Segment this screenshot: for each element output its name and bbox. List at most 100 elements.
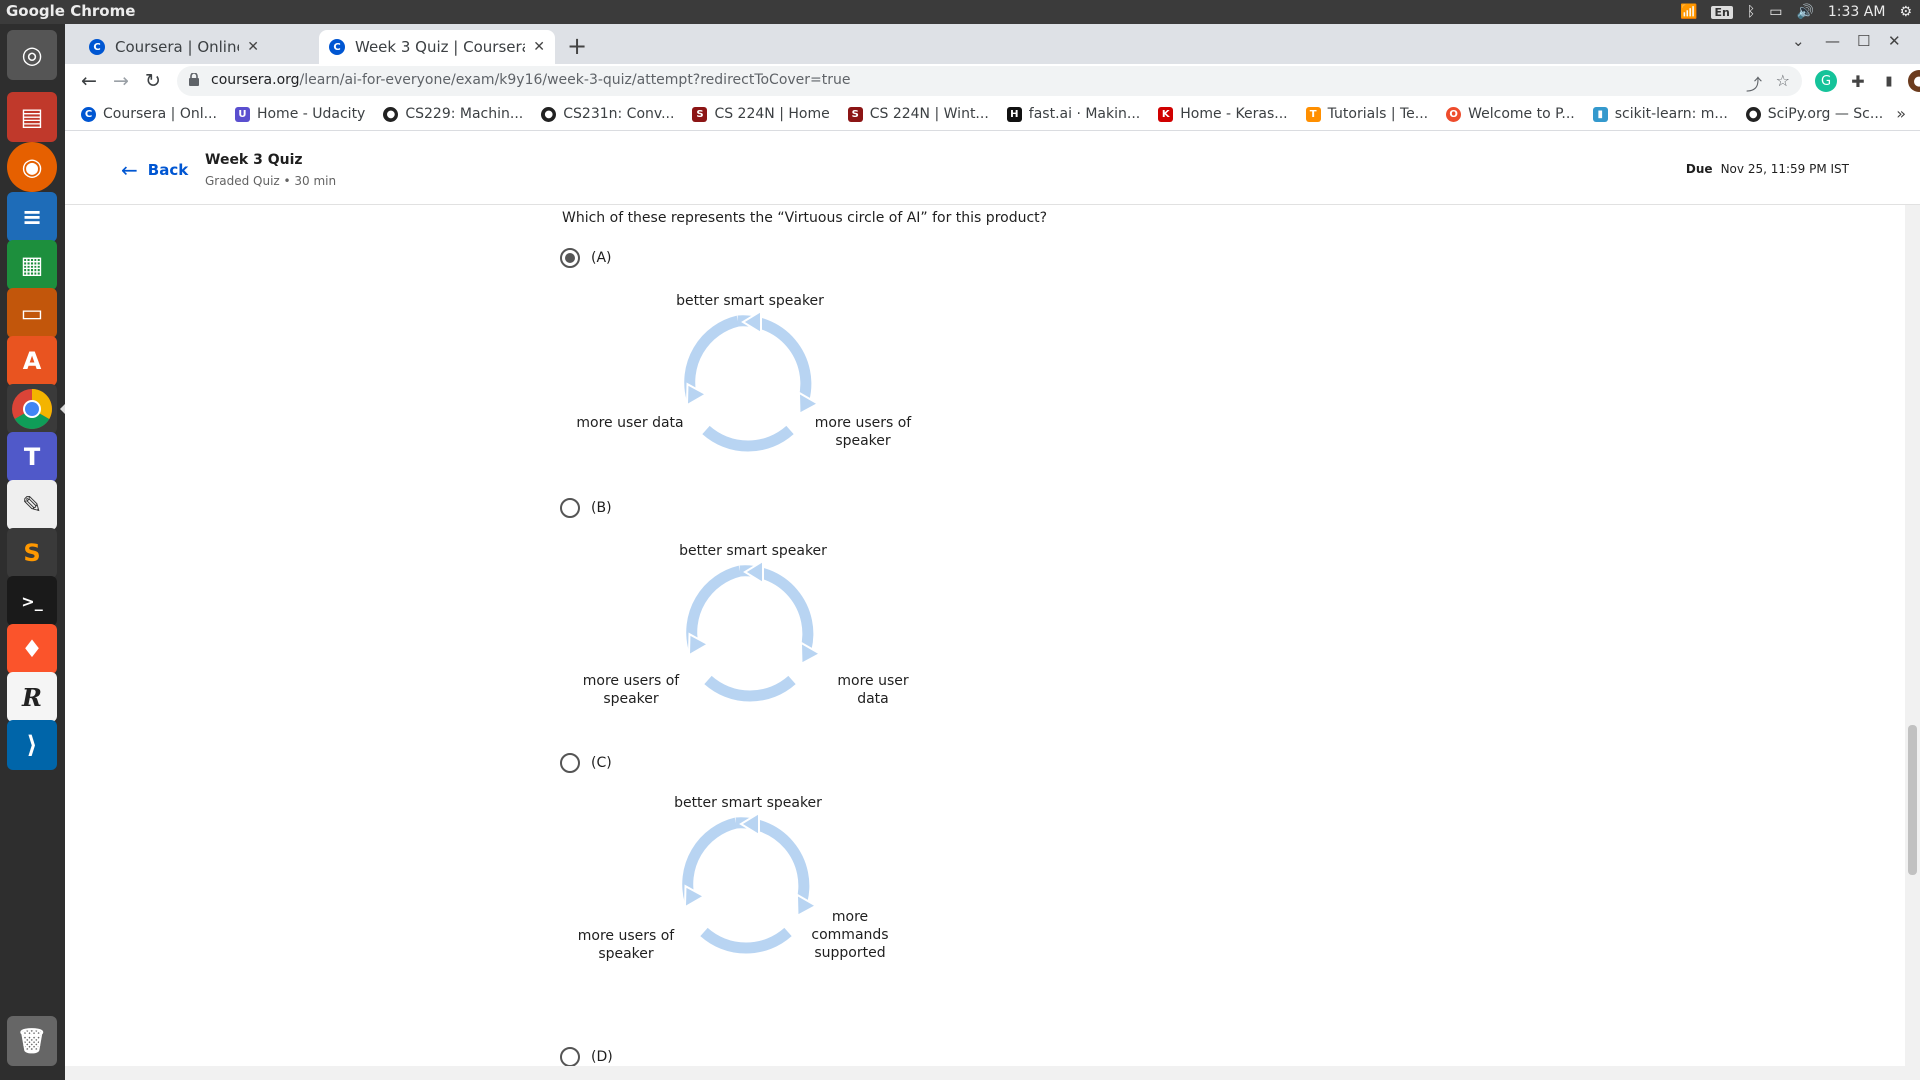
bookmark-item[interactable]: S CS 224N | Wint... — [847, 106, 989, 122]
minimize-icon[interactable]: — — [1825, 32, 1840, 50]
tab-title: Week 3 Quiz | Coursera — [355, 38, 526, 56]
bookmark-item[interactable]: C Coursera | Onl... — [81, 106, 217, 122]
bookmark-label: scikit-learn: m... — [1614, 106, 1728, 122]
files-icon[interactable]: ▤ — [7, 92, 57, 142]
settings-gear-icon[interactable]: ⚙ — [1899, 4, 1912, 20]
bookmark-label: fast.ai · Makin... — [1028, 106, 1141, 122]
forward-arrow-icon[interactable]: → — [107, 67, 135, 95]
profile-avatar[interactable]: ● — [1908, 70, 1920, 92]
bookmark-label: CS 224N | Home — [714, 106, 830, 122]
due-value: Nov 25, 11:59 PM IST — [1720, 162, 1849, 176]
cycle-diagram-b: better smart speaker more users of speak… — [583, 542, 909, 742]
option-label: (B) — [591, 500, 612, 516]
page-content: ← Back Week 3 Quiz Graded Quiz • 30 min … — [65, 132, 1920, 1080]
firefox-icon[interactable]: ◉ — [7, 142, 57, 192]
battery-icon[interactable]: ▭ — [1769, 4, 1782, 20]
calc-icon[interactable]: ▦ — [7, 240, 57, 290]
bookmark-favicon-icon: S — [692, 106, 708, 122]
vscode-icon[interactable]: ⟩ — [7, 720, 57, 770]
rstudio-icon[interactable]: R — [7, 672, 57, 722]
cycle-diagram-c: better smart speaker more users of speak… — [578, 794, 898, 994]
radio-button[interactable] — [560, 498, 580, 518]
due-label: Due — [1685, 162, 1713, 176]
wifi-icon[interactable]: 📶 — [1680, 4, 1697, 20]
close-window-icon[interactable]: ✕ — [1888, 32, 1901, 50]
due-date: Due Nov 25, 11:59 PM IST — [1686, 162, 1849, 176]
bookmark-item[interactable]: O Welcome to P... — [1446, 106, 1575, 122]
tab-coursera-home[interactable]: C Coursera | Online Courses ✕ — [79, 30, 269, 64]
terminal-icon[interactable]: >_ — [7, 576, 57, 626]
sublime-text-icon[interactable]: S — [7, 528, 57, 578]
ubuntu-dash-icon[interactable]: ◎ — [7, 30, 57, 80]
more-bookmarks-icon[interactable]: » — [1896, 104, 1906, 123]
diagram-top-label: better smart speaker — [679, 543, 827, 559]
writer-icon[interactable]: ≡ — [7, 192, 57, 242]
impress-icon[interactable]: ▭ — [7, 288, 57, 338]
option-c[interactable]: (C) — [560, 753, 612, 773]
system-tray: 📶 En ᛒ ▭ 🔊 1:33 AM ⚙ — [1680, 0, 1912, 24]
brave-icon[interactable]: ♦ — [7, 624, 57, 674]
bookmark-item[interactable]: ● SciPy.org — Sc... — [1745, 106, 1883, 122]
bookmark-favicon-icon: ● — [1745, 106, 1761, 122]
tab-week3-quiz[interactable]: C Week 3 Quiz | Coursera ✕ — [319, 30, 555, 64]
bookmark-label: Welcome to P... — [1468, 106, 1575, 122]
coursera-favicon-icon: C — [329, 39, 345, 55]
back-button[interactable]: ← Back — [121, 158, 188, 182]
new-tab-icon[interactable]: + — [567, 32, 587, 60]
bookmark-item[interactable]: K Home - Keras... — [1158, 106, 1288, 122]
bookmark-item[interactable]: U Home - Udacity — [234, 106, 366, 122]
trash-icon[interactable]: 🗑 — [7, 1016, 57, 1066]
bookmark-item[interactable]: Hfast.ai · Makin... — [1006, 106, 1141, 122]
system-top-bar: Google Chrome 📶 En ᛒ ▭ 🔊 1:33 AM ⚙ — [0, 0, 1920, 24]
radio-button-selected[interactable] — [560, 248, 580, 268]
bookmark-favicon-icon: O — [1446, 106, 1462, 122]
back-arrow-icon[interactable]: ← — [75, 67, 103, 95]
clock[interactable]: 1:33 AM — [1828, 4, 1886, 20]
bookmark-label: Coursera | Onl... — [103, 106, 217, 122]
text-editor-icon[interactable]: ✎ — [7, 480, 57, 530]
bookmark-star-icon[interactable]: ☆ — [1776, 71, 1790, 90]
tab-search-icon[interactable]: ⌄ — [1792, 32, 1805, 50]
maximize-icon[interactable]: ☐ — [1857, 32, 1870, 50]
scrollbar-thumb[interactable] — [1908, 725, 1917, 875]
bookmark-item[interactable]: ● CS229: Machin... — [383, 106, 523, 122]
close-tab-icon[interactable]: ✕ — [533, 39, 545, 55]
reload-icon[interactable]: ↻ — [139, 67, 167, 95]
option-b[interactable]: (B) — [560, 498, 612, 518]
bookmark-favicon-icon: S — [847, 106, 863, 122]
close-tab-icon[interactable]: ✕ — [247, 39, 259, 55]
radio-button[interactable] — [560, 753, 580, 773]
teams-icon[interactable]: T — [7, 432, 57, 482]
grammarly-icon[interactable]: G — [1815, 70, 1837, 92]
bluetooth-icon[interactable]: ᛒ — [1747, 4, 1755, 20]
option-d[interactable]: (D) — [560, 1047, 613, 1067]
side-panel-icon[interactable]: ▮ — [1878, 70, 1900, 92]
bookmark-favicon-icon: ● — [541, 106, 557, 122]
bookmark-favicon-icon: T — [1305, 106, 1321, 122]
extensions-puzzle-icon[interactable]: ✚ — [1847, 70, 1869, 92]
bookmark-item[interactable]: ▮ scikit-learn: m... — [1592, 106, 1728, 122]
option-a[interactable]: (A) — [560, 248, 612, 268]
horizontal-scrollbar[interactable] — [65, 1066, 1905, 1080]
share-icon[interactable]: ⤴ — [1746, 71, 1762, 95]
quiz-title: Week 3 Quiz — [205, 152, 303, 168]
bookmarks-bar: C Coursera | Onl... U Home - Udacity ● CS22… — [65, 98, 1920, 131]
diagram-left-label: more users of speaker — [582, 673, 680, 707]
keyboard-layout-indicator[interactable]: En — [1711, 5, 1733, 19]
bookmark-label: CS229: Machin... — [405, 106, 524, 122]
bookmark-item[interactable]: ● CS231n: Conv... — [541, 106, 674, 122]
vertical-scrollbar[interactable] — [1905, 205, 1920, 1080]
software-center-icon[interactable]: A — [7, 336, 57, 386]
diagram-right-label: more commands supported — [811, 909, 889, 961]
address-bar[interactable]: coursera.org/learn/ai-for-everyone/exam/… — [177, 66, 1802, 96]
chrome-icon[interactable] — [7, 384, 57, 434]
bookmark-item[interactable]: S CS 224N | Home — [692, 106, 830, 122]
volume-icon[interactable]: 🔊 — [1796, 4, 1813, 20]
tab-strip: C Coursera | Online Courses ✕ C Week 3 Q… — [65, 24, 1920, 64]
radio-button[interactable] — [560, 1047, 580, 1067]
diagram-top-label: better smart speaker — [674, 795, 822, 811]
bookmark-label: Home - Udacity — [256, 106, 366, 122]
bookmark-item[interactable]: T Tutorials | Te... — [1305, 106, 1428, 122]
diagram-right-label: more users of speaker — [814, 415, 912, 449]
option-label: (D) — [591, 1049, 613, 1065]
